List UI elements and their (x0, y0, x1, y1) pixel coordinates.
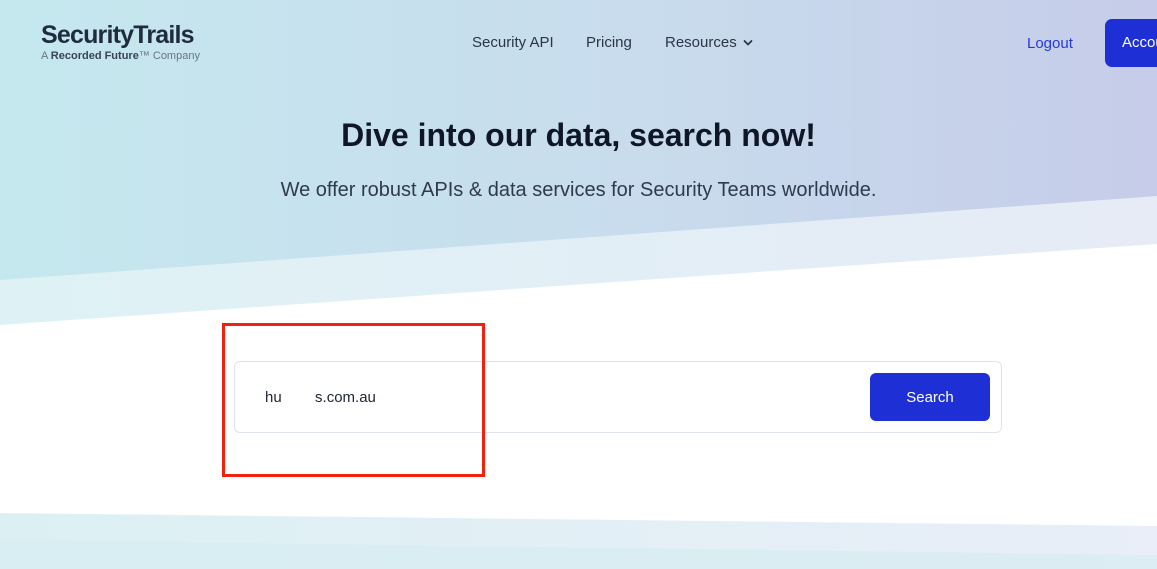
page-subtitle: We offer robust APIs & data services for… (280, 179, 877, 201)
logout-link[interactable]: Logout (1027, 35, 1073, 52)
chevron-down-icon (743, 40, 753, 46)
nav-resources[interactable]: Resources (665, 34, 753, 51)
brand-name: SecurityTrails (41, 21, 195, 49)
hero-background (0, 0, 1157, 569)
brand-logo[interactable]: SecurityTrails A Recorded Future™ Compan… (41, 20, 200, 63)
search-button[interactable]: Search (870, 373, 990, 421)
page-title: Dive into our data, search now! (341, 117, 816, 153)
nav-resources-label: Resources (665, 34, 737, 51)
nav-pricing[interactable]: Pricing (586, 34, 632, 51)
highlight-annotation-box (222, 323, 485, 477)
account-button[interactable]: Account (1105, 19, 1157, 67)
brand-tagline: A Recorded Future™ Company (41, 50, 200, 62)
nav-security-api[interactable]: Security API (472, 34, 554, 51)
